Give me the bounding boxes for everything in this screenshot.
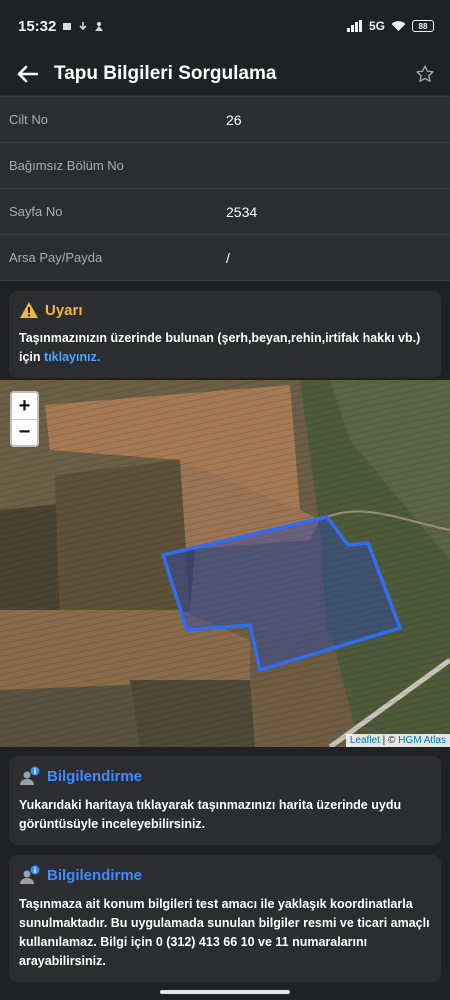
deed-info-table: Cilt No 26 Bağımsız Bölüm No Sayfa No 25…	[0, 96, 450, 281]
row-label: Arsa Pay/Payda	[9, 250, 103, 265]
row-label: Bağımsız Bölüm No	[9, 158, 124, 173]
zoom-out-button[interactable]: −	[12, 419, 37, 445]
notification-box-icon	[63, 23, 72, 30]
row-bagimsiz-bolum-no: Bağımsız Bölüm No	[0, 143, 450, 189]
row-label: Sayfa No	[9, 204, 63, 219]
warning-icon	[20, 302, 38, 318]
row-value: 26	[226, 111, 242, 128]
map-imagery	[0, 380, 450, 747]
row-value: /	[226, 249, 230, 266]
row-arsa-pay-payda: Arsa Pay/Payda /	[0, 235, 450, 281]
page-title: Tapu Bilgileri Sorgulama	[54, 62, 277, 84]
row-sayfa-no: Sayfa No 2534	[0, 189, 450, 235]
favorite-button[interactable]	[412, 61, 438, 87]
satellite-map[interactable]: + − Leaflet | © HGM Atlas	[0, 380, 450, 747]
warning-link[interactable]: tıklayınız.	[44, 350, 100, 364]
star-outline-icon	[416, 64, 434, 82]
signal-icon	[346, 20, 362, 32]
info-title: Bilgilendirme	[47, 866, 143, 884]
map-attribution: Leaflet | © HGM Atlas	[345, 734, 450, 747]
network-type: 5G	[368, 19, 385, 33]
info-text: Yukarıdaki haritaya tıklayarak taşınmazı…	[19, 798, 402, 831]
attribution-separator: | ©	[379, 735, 399, 746]
zoom-in-button[interactable]: +	[12, 393, 37, 419]
user-alert-icon	[95, 22, 104, 31]
warning-card: Uyarı Taşınmazınızın üzerinde bulunan (ş…	[9, 291, 441, 378]
download-icon	[79, 22, 87, 31]
info-card-map: Bilgilendirme Yukarıdaki haritaya tıklay…	[9, 756, 441, 845]
info-card-disclaimer: Bilgilendirme Taşınmaza ait konum bilgil…	[9, 855, 441, 982]
hgm-atlas-link[interactable]: HGM Atlas	[398, 735, 446, 746]
back-button[interactable]	[14, 61, 40, 87]
info-title: Bilgilendirme	[47, 767, 143, 785]
zoom-control: + −	[10, 391, 39, 447]
leaflet-link[interactable]: Leaflet	[350, 735, 380, 746]
warning-title: Uyarı	[45, 301, 83, 319]
home-indicator[interactable]	[160, 990, 290, 994]
user-info-icon	[20, 865, 40, 884]
row-label: Cilt No	[9, 112, 49, 127]
status-time: 15:32	[18, 17, 57, 35]
app-bar: Tapu Bilgileri Sorgulama	[0, 52, 450, 96]
row-cilt-no: Cilt No 26	[0, 97, 450, 143]
user-info-icon	[20, 766, 40, 785]
arrow-left-icon	[17, 65, 38, 82]
row-value: 2534	[226, 203, 258, 220]
status-bar: 15:32 5G 88	[0, 0, 450, 52]
info-text: Taşınmaza ait konum bilgileri test amacı…	[19, 897, 430, 968]
wifi-icon	[391, 21, 406, 31]
battery-level: 88	[418, 21, 428, 31]
battery-icon: 88	[412, 20, 434, 32]
